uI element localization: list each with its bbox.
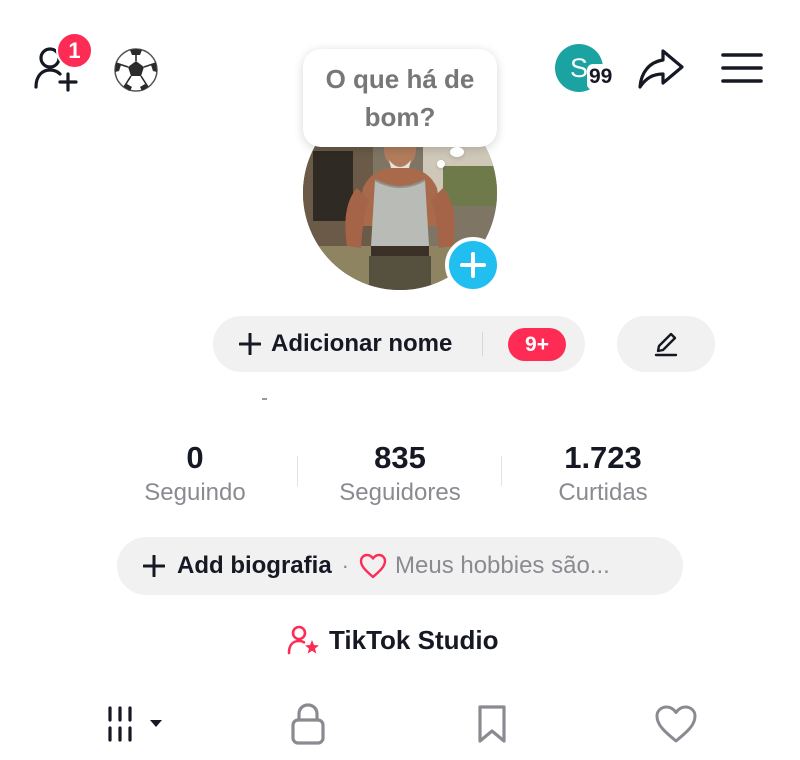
bio-hint: Meus hobbies são... bbox=[395, 552, 610, 579]
menu-icon bbox=[721, 53, 763, 83]
private-lock-icon bbox=[291, 703, 325, 745]
menu-button[interactable] bbox=[718, 48, 766, 88]
following-label: Seguindo bbox=[144, 479, 246, 506]
plus-icon bbox=[460, 252, 486, 278]
following-count: 0 bbox=[186, 440, 204, 475]
share-icon bbox=[638, 49, 684, 89]
bubble-tail-dot bbox=[450, 147, 464, 157]
status-prompt-text: O que há de bom? bbox=[325, 64, 475, 132]
add-bio-button[interactable]: Add biografia · Meus hobbies são... bbox=[117, 537, 683, 595]
likes-count: 1.723 bbox=[564, 440, 642, 475]
followers-label: Seguidores bbox=[339, 479, 461, 506]
stat-divider bbox=[501, 456, 502, 486]
bio-separator: · bbox=[341, 553, 349, 578]
creator-star-icon bbox=[287, 625, 319, 655]
name-notification-badge: 9+ bbox=[508, 328, 566, 361]
likes-label: Curtidas bbox=[558, 479, 648, 506]
liked-heart-icon bbox=[655, 705, 697, 743]
pill-divider bbox=[482, 332, 483, 356]
tab-videos[interactable] bbox=[96, 700, 168, 748]
account-count-badge: 99 bbox=[587, 64, 615, 90]
add-photo-button[interactable] bbox=[445, 237, 501, 293]
stat-likes[interactable]: 1.723 Curtidas bbox=[503, 440, 703, 510]
followers-count: 835 bbox=[374, 440, 426, 475]
stat-divider bbox=[297, 456, 298, 486]
tab-liked[interactable] bbox=[650, 700, 702, 748]
soccer-ball-icon[interactable] bbox=[112, 46, 160, 94]
add-name-button[interactable]: Adicionar nome 9+ bbox=[213, 316, 585, 372]
tab-saved[interactable] bbox=[468, 700, 516, 748]
stat-following[interactable]: 0 Seguindo bbox=[95, 440, 295, 510]
pencil-icon bbox=[654, 332, 678, 357]
share-button[interactable] bbox=[636, 46, 686, 92]
friend-notification-badge: 1 bbox=[56, 32, 93, 69]
edit-profile-button[interactable] bbox=[617, 316, 715, 372]
tiktok-studio-link[interactable]: TikTok Studio bbox=[287, 622, 498, 658]
plus-icon bbox=[239, 333, 261, 355]
bubble-tail-dot-small bbox=[437, 160, 445, 168]
add-name-label: Adicionar nome bbox=[271, 330, 453, 357]
stat-followers[interactable]: 835 Seguidores bbox=[300, 440, 500, 510]
tiktok-studio-label: TikTok Studio bbox=[329, 624, 499, 655]
tab-private[interactable] bbox=[284, 700, 332, 748]
status-prompt-bubble[interactable]: O que há de bom? bbox=[303, 49, 497, 147]
videos-grid-icon bbox=[108, 706, 162, 742]
bookmark-icon bbox=[478, 705, 506, 743]
plus-icon bbox=[143, 555, 165, 577]
decorative-speck bbox=[262, 398, 267, 400]
add-bio-label: Add biografia bbox=[177, 552, 332, 579]
heart-outline-icon bbox=[359, 553, 387, 579]
